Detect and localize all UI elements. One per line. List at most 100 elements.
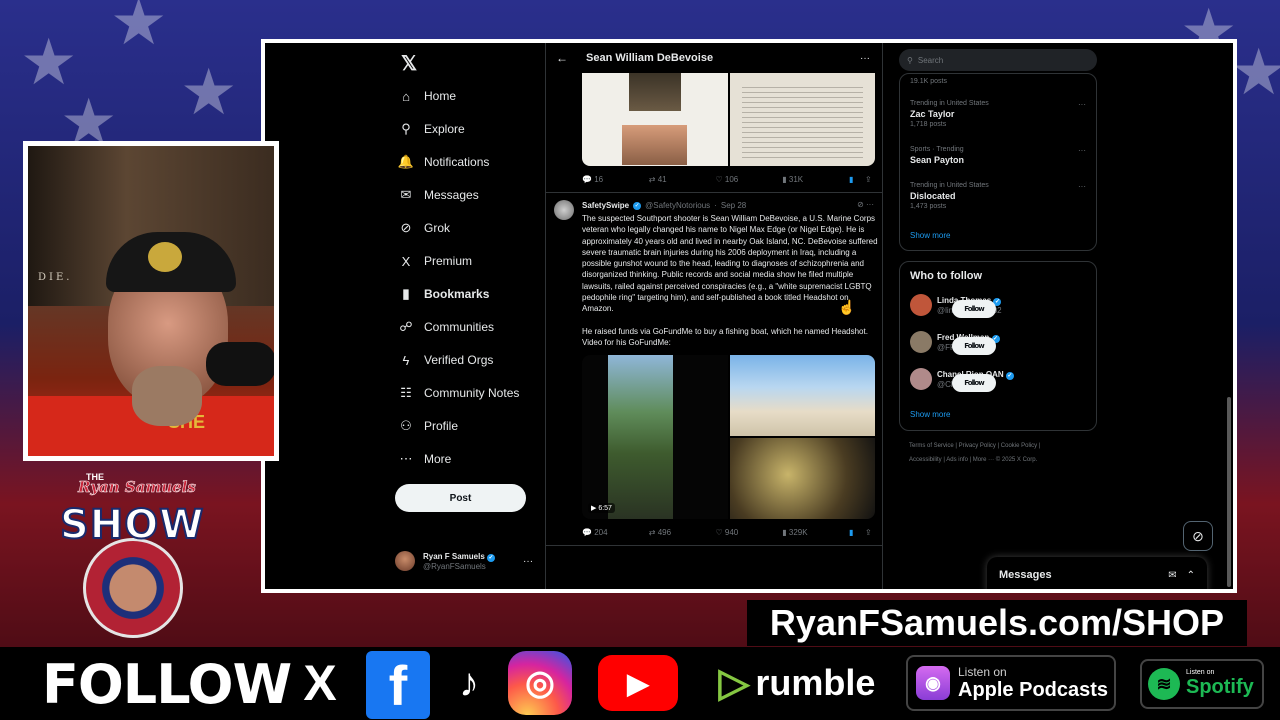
messages-drawer[interactable]: Messages ✉ ⌃ [987,557,1207,589]
trend-item[interactable]: Trending in United States Dislocated 1,4… [910,182,989,210]
badge-text: Listen on Apple Podcasts [958,665,1108,702]
follow-button[interactable]: Follow [952,337,996,355]
avatar [910,294,932,316]
footer-line[interactable]: Terms of Service | Privacy Policy | Cook… [909,439,1089,453]
envelope-icon: ✉ [400,187,412,202]
microphone [206,342,274,386]
nav-item-explore[interactable]: ⚲ Explore [399,121,464,136]
nav-item-more[interactable]: ⋯ More [399,451,452,466]
logo-script-name: Ryan Samuels [78,478,196,497]
like-button[interactable]: ♡ 940 [716,528,783,537]
nav-label: Verified Orgs [424,353,494,367]
follow-button[interactable]: Follow [952,300,996,318]
grok-icon[interactable]: ⊘ [1183,521,1213,551]
avatar[interactable] [554,200,574,220]
video-player[interactable]: ▶ 6:57 [582,355,728,519]
reply-button[interactable]: 💬 16 [582,175,649,184]
follow-suggestion[interactable]: Linda Thomas ✓ @lindathomas102 Follow [910,294,1090,318]
like-button[interactable]: ♡ 106 [716,175,783,184]
badge-text: Listen on Spotify [1186,669,1254,699]
reply-button[interactable]: 💬 204 [582,528,649,537]
nav-item-community-notes[interactable]: ☷ Community Notes [399,385,519,400]
x-app: 𝕏 ⌂ Home ⚲ Explore 🔔 Notifications ✉ Mes… [265,43,1233,589]
trend-item[interactable]: Sports · Trending Sean Payton [910,146,964,167]
page-title: Sean William DeBevoise [586,52,714,64]
views-button[interactable]: ▮ 329K [782,528,849,537]
more-dots-icon[interactable]: ··· [1078,182,1086,191]
x-logo-icon[interactable]: 𝕏 [401,51,417,76]
timeline-header: ← Sean William DeBevoise ··· [546,43,882,73]
repost-button[interactable]: ⇄ 496 [649,528,716,537]
nav-item-bookmarks[interactable]: ▮ Bookmarks [399,286,489,301]
separator: · [714,201,717,210]
compose-message-icon[interactable]: ✉ [1168,570,1176,581]
search-input[interactable]: ⚲ Search [899,49,1097,71]
more-dots-icon[interactable]: ··· [866,200,874,209]
nav-item-grok[interactable]: ⊘ Grok [399,220,450,235]
tweet-author-handle[interactable]: @SafetyNotorious [645,201,710,210]
chevron-up-icon[interactable]: ⌃ [1187,570,1195,581]
communities-icon: ☍ [399,319,413,334]
scrollbar[interactable] [1227,397,1231,587]
community-notes-icon: ☷ [400,385,412,400]
post-button[interactable]: Post [395,484,526,512]
logo-portrait [83,538,183,638]
more-dots-icon[interactable]: ··· [860,53,870,64]
bookmark-icon[interactable]: ▮ [849,175,865,184]
photo-marine[interactable] [729,438,875,519]
document-image [582,73,728,166]
trend-posts: 1,473 posts [910,203,947,210]
badge-small-text: Listen on [1186,669,1215,676]
drawer-icons: ✉ ⌃ [1168,570,1195,581]
follow-suggestion[interactable]: Fred Wellman ✓ @FPWellman Follow [910,331,1090,355]
nav-item-verified-orgs[interactable]: ϟ Verified Orgs [399,353,494,368]
apple-podcasts-badge: ◉ Listen on Apple Podcasts [906,655,1116,711]
bookmark-icon[interactable]: ▮ [849,528,865,537]
repost-button[interactable]: ⇄ 41 [649,175,716,184]
tweet-header: SafetySwipe ✓ @SafetyNotorious · Sep 28 [582,201,746,210]
grok-icon: ⊘ [400,220,412,235]
share-icon[interactable]: ⇪ [865,528,875,537]
back-arrow-icon[interactable]: ← [556,51,568,65]
timeline[interactable]: ← Sean William DeBevoise ··· 💬 16 ⇄ 41 ♡… [545,43,883,589]
rumble-logo: ▷ rumble [712,651,882,715]
nav-item-home[interactable]: ⌂ Home [399,89,457,104]
share-icon[interactable]: ⇪ [865,175,875,184]
video-duration: ▶ 6:57 [588,503,615,513]
nav-item-premium[interactable]: X Premium [399,254,472,269]
nav-item-messages[interactable]: ✉ Messages [399,187,479,202]
more-dots-icon[interactable]: ··· [523,556,533,567]
background-star: ★ [180,56,238,128]
tweet-author-name[interactable]: SafetySwipe [582,201,629,210]
more-dots-icon[interactable]: ··· [1078,100,1086,109]
grok-icon[interactable]: ⊘ [857,200,864,209]
nav-item-profile[interactable]: ⚇ Profile [399,418,458,433]
nav-item-communities[interactable]: ☍ Communities [399,319,494,334]
trend-topic: Dislocated [910,191,956,201]
more-dots-icon[interactable]: ··· [1078,146,1086,155]
nav-label: Home [424,89,457,103]
tweet-media[interactable]: ▶ 6:57 [582,355,875,519]
previous-tweet-media[interactable] [582,73,875,166]
nav-item-notifications[interactable]: 🔔 Notifications [398,154,490,169]
trend-topic: Zac Taylor [910,109,955,119]
nav-label: Notifications [424,155,490,169]
follow-heading: FOLLOW [42,653,292,716]
avatar [910,331,932,353]
footer-line[interactable]: Accessibility | Ads info | More ··· © 20… [909,453,1089,467]
apple-podcasts-icon: ◉ [916,666,950,700]
tweet-date[interactable]: Sep 28 [721,201,746,210]
avatar [910,368,932,390]
right-sidebar: ⚲ Search 19.1K posts Trending in United … [899,43,1099,589]
account-switcher[interactable]: Ryan F Samuels ✓ @RyanFSamuels ··· [395,551,533,571]
trend-item[interactable]: Trending in United States Zac Taylor 1,7… [910,100,989,128]
video-thumbnail [608,355,673,519]
show-more-link[interactable]: Show more [910,410,950,419]
background-star: ★ [110,0,168,58]
photo-beach[interactable] [729,355,875,436]
views-button[interactable]: ▮ 31K [782,175,849,184]
show-more-link[interactable]: Show more [910,231,950,240]
footer-links[interactable]: Terms of Service | Privacy Policy | Cook… [909,439,1089,467]
follow-suggestion[interactable]: Chanel Rion OAN ✓ @ChanelRion Follow [910,368,1090,392]
follow-button[interactable]: Follow [952,374,996,392]
